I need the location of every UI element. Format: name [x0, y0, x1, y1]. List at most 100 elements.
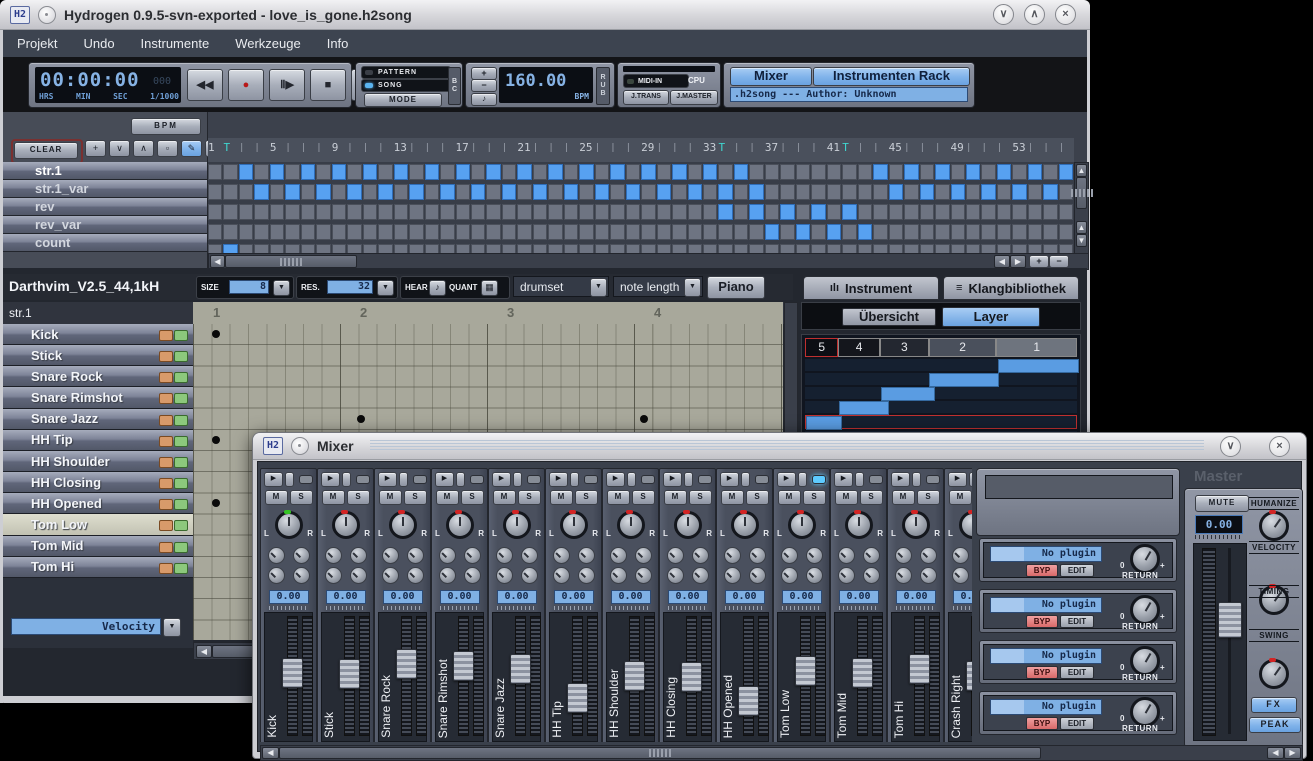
- play-sample-button[interactable]: ▶: [378, 472, 397, 487]
- timeline-tick[interactable]: |: [378, 138, 393, 162]
- song-cell[interactable]: [997, 184, 1011, 200]
- instrument-mute-button[interactable]: [159, 372, 173, 383]
- song-cell[interactable]: [363, 184, 377, 200]
- zoom-out-button[interactable]: −: [1049, 255, 1069, 268]
- fx-send-knob[interactable]: [838, 567, 855, 584]
- song-cell[interactable]: [718, 224, 732, 240]
- song-cell[interactable]: [394, 204, 408, 220]
- song-cell[interactable]: [270, 164, 284, 180]
- song-cell[interactable]: [595, 184, 609, 200]
- fx-send-knob[interactable]: [806, 567, 823, 584]
- mixer-scroll-right[interactable]: ▶: [1284, 747, 1301, 759]
- play-sample-button[interactable]: ▶: [720, 472, 739, 487]
- fx-return-knob[interactable]: [1130, 595, 1160, 625]
- channel-fader-handle[interactable]: [282, 658, 303, 688]
- pan-knob[interactable]: [731, 511, 759, 539]
- song-cell[interactable]: [811, 224, 825, 240]
- fx-send-knob[interactable]: [952, 547, 969, 564]
- song-cell[interactable]: [1012, 184, 1026, 200]
- channel-mute-button[interactable]: M: [322, 490, 345, 505]
- timeline-tick[interactable]: 53: [1012, 138, 1027, 162]
- sample-slim-button[interactable]: [798, 472, 807, 487]
- timeline-tick[interactable]: |: [254, 138, 269, 162]
- song-cell[interactable]: [688, 204, 702, 220]
- pattern-list-item[interactable]: count: [3, 234, 207, 252]
- fx-send-knob[interactable]: [293, 567, 310, 584]
- fx-send-knob[interactable]: [578, 547, 595, 564]
- pattern-scroll-left[interactable]: ◀: [196, 645, 212, 658]
- song-cell[interactable]: [920, 164, 934, 180]
- layer-header-5[interactable]: 5: [805, 338, 838, 357]
- song-cell[interactable]: [270, 184, 284, 200]
- song-cell[interactable]: [595, 204, 609, 220]
- song-cell[interactable]: [409, 204, 423, 220]
- instrument-solo-button[interactable]: [174, 457, 188, 468]
- pan-knob[interactable]: [389, 511, 417, 539]
- row-down-button[interactable]: ▼: [1076, 234, 1087, 247]
- timeline-tick[interactable]: 45: [889, 138, 904, 162]
- note[interactable]: [357, 415, 365, 423]
- note[interactable]: [212, 499, 220, 507]
- song-cell[interactable]: [827, 164, 841, 180]
- song-cell[interactable]: [533, 224, 547, 240]
- timeline-tick[interactable]: |: [610, 138, 625, 162]
- song-cell[interactable]: [394, 164, 408, 180]
- song-cell[interactable]: [595, 164, 609, 180]
- song-select-mode-button[interactable]: ▫: [157, 140, 178, 157]
- song-cell[interactable]: [966, 204, 980, 220]
- song-cell[interactable]: [935, 224, 949, 240]
- play-sample-button[interactable]: ▶: [663, 472, 682, 487]
- timeline-tick[interactable]: |: [811, 138, 826, 162]
- song-cell[interactable]: [610, 184, 624, 200]
- song-cell[interactable]: [1059, 204, 1073, 220]
- timeline-tick[interactable]: |: [533, 138, 548, 162]
- mixer-toggle-button[interactable]: Mixer: [730, 67, 812, 86]
- song-cell[interactable]: [394, 224, 408, 240]
- transport-rewind-button[interactable]: ◀◀: [187, 69, 223, 101]
- song-cell[interactable]: [981, 204, 995, 220]
- instrument-solo-button[interactable]: [174, 436, 188, 447]
- master-mute-button[interactable]: MUTE: [1195, 495, 1249, 512]
- channel-mute-button[interactable]: M: [265, 490, 288, 505]
- song-cell[interactable]: [827, 224, 841, 240]
- song-cell[interactable]: [208, 204, 222, 220]
- channel-solo-button[interactable]: S: [518, 490, 541, 505]
- instrument-solo-button[interactable]: [174, 542, 188, 553]
- layer-row[interactable]: [805, 387, 1077, 399]
- song-cell[interactable]: [347, 164, 361, 180]
- song-cell[interactable]: [703, 204, 717, 220]
- song-cell[interactable]: [1043, 164, 1057, 180]
- channel-mute-button[interactable]: M: [892, 490, 915, 505]
- metronome-button[interactable]: ♪: [471, 93, 497, 106]
- song-cell[interactable]: [425, 224, 439, 240]
- song-cell[interactable]: [951, 204, 965, 220]
- fx-send-knob[interactable]: [895, 567, 912, 584]
- song-cell[interactable]: [394, 184, 408, 200]
- channel-fader-handle[interactable]: [795, 656, 816, 686]
- song-cell[interactable]: [471, 224, 485, 240]
- sample-slim-button[interactable]: [285, 472, 294, 487]
- fx-send-knob[interactable]: [407, 567, 424, 584]
- fx-send-knob[interactable]: [464, 567, 481, 584]
- layer-row[interactable]: [805, 373, 1077, 385]
- song-cell[interactable]: [657, 204, 671, 220]
- song-cell[interactable]: [239, 204, 253, 220]
- song-cell[interactable]: [626, 204, 640, 220]
- song-cell[interactable]: [301, 164, 315, 180]
- fx-send-knob[interactable]: [407, 547, 424, 564]
- mixer-scroll-left2[interactable]: ◀: [1267, 747, 1284, 759]
- timeline-tick[interactable]: |: [595, 138, 610, 162]
- song-cell[interactable]: [889, 224, 903, 240]
- pattern-list-item[interactable]: str.1_var: [3, 180, 207, 198]
- song-cell[interactable]: [425, 164, 439, 180]
- song-cell[interactable]: [1059, 164, 1073, 180]
- song-cell[interactable]: [935, 164, 949, 180]
- pan-knob[interactable]: [845, 511, 873, 539]
- channel-solo-button[interactable]: S: [860, 490, 883, 505]
- song-cell[interactable]: [223, 204, 237, 220]
- layer-row[interactable]: [805, 401, 1077, 413]
- channel-fader-handle[interactable]: [852, 658, 873, 688]
- scroll-left-button[interactable]: ◀: [210, 255, 225, 268]
- res-dropdown-button[interactable]: ▼: [377, 280, 394, 296]
- fx-send-knob[interactable]: [350, 547, 367, 564]
